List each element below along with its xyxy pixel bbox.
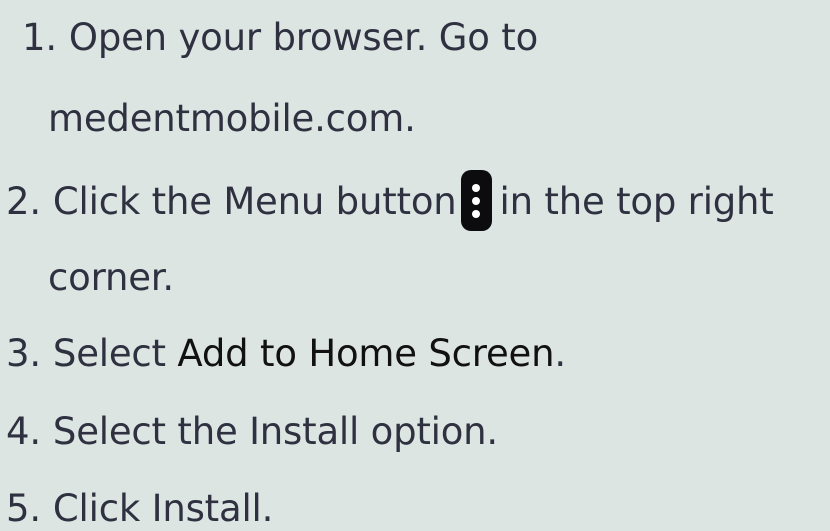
step-number: 1. xyxy=(22,16,57,59)
step-text: corner. xyxy=(48,256,174,299)
step-number: 4. xyxy=(6,410,41,453)
step-text-after: in the top right xyxy=(499,180,774,223)
step-2: 2. Click the Menu button in the top right xyxy=(6,170,774,234)
step-text: Click Install. xyxy=(52,487,274,530)
kebab-menu-icon xyxy=(460,170,492,231)
step-number: 3. xyxy=(6,332,41,375)
step-5: 5. Click Install. xyxy=(6,487,273,531)
install-instructions: 1. Open your browser. Go to medentmobile.… xyxy=(0,0,830,531)
step-text-before: Click the Menu button xyxy=(52,180,457,223)
add-to-home-screen-label: Add to Home Screen xyxy=(177,332,555,375)
step-4: 4. Select the Install option. xyxy=(6,410,498,454)
step-1-continued: medentmobile.com. xyxy=(48,97,416,141)
step-2-continued: corner. xyxy=(48,256,174,300)
step-text: Select the Install option. xyxy=(52,410,498,453)
step-number: 2. xyxy=(6,180,41,223)
step-number: 5. xyxy=(6,487,41,530)
step-1: 1. Open your browser. Go to xyxy=(22,16,538,60)
step-text: medentmobile.com. xyxy=(48,97,416,140)
step-text-after: . xyxy=(554,332,566,375)
step-3: 3. Select Add to Home Screen. xyxy=(6,332,566,376)
step-text-before: Select xyxy=(52,332,166,375)
step-text: Open your browser. Go to xyxy=(68,16,539,59)
